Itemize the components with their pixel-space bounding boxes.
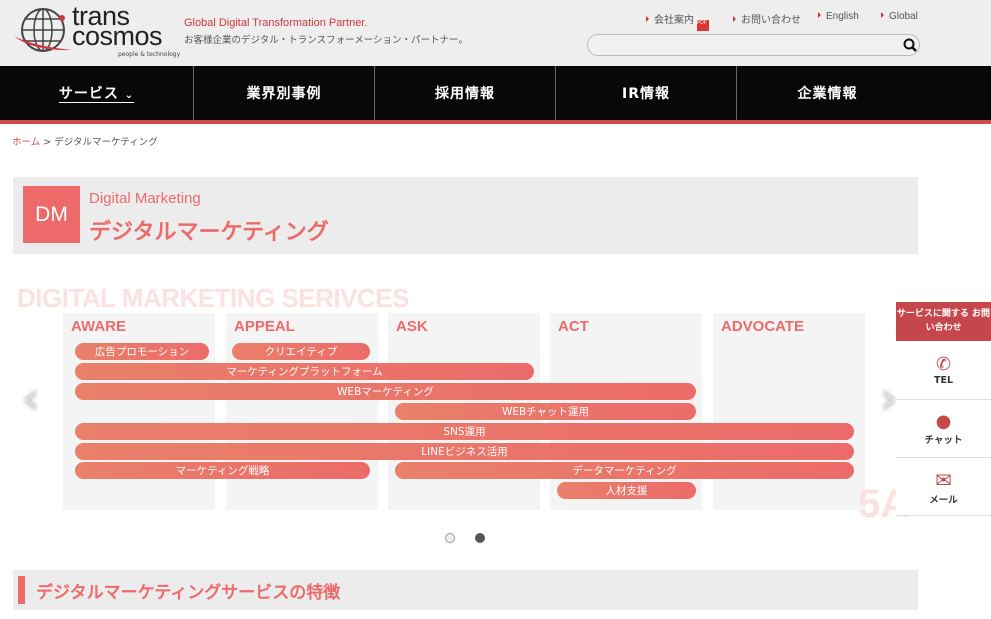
link-global[interactable]: Global bbox=[881, 11, 918, 22]
chat-icon: ● bbox=[935, 411, 952, 432]
tagline-en: Global Digital Transformation Partner. bbox=[184, 17, 368, 29]
nav-company[interactable]: 企業情報 bbox=[737, 66, 918, 120]
service-bar[interactable]: 人材支援 bbox=[557, 482, 696, 499]
service-contact-header: サービスに関する お問い合わせ bbox=[896, 302, 991, 341]
tagline-ja: お客様企業のデジタル・トランスフォーメーション・パートナー。 bbox=[184, 35, 468, 46]
column-heading: AWARE bbox=[71, 318, 127, 335]
nav-ir[interactable]: IR情報 bbox=[556, 66, 737, 120]
feature-title: デジタルマーケティングサービスの特徴 bbox=[36, 583, 341, 603]
link-label: 会社案内 bbox=[654, 15, 694, 26]
logo[interactable]: trans cosmos bbox=[72, 3, 163, 51]
nav-divider bbox=[0, 120, 991, 124]
breadcrumb-current: デジタルマーケティング bbox=[54, 137, 158, 148]
column-heading: ADVOCATE bbox=[721, 318, 805, 335]
service-bar[interactable]: WEBマーケティング bbox=[75, 383, 696, 400]
tel-button[interactable]: ✆ TEL bbox=[896, 341, 991, 400]
mail-button[interactable]: ✉ メール bbox=[896, 458, 991, 516]
service-bar[interactable]: 広告プロモーション bbox=[75, 343, 209, 360]
service-bar[interactable]: LINEビジネス活用 bbox=[75, 443, 854, 460]
service-bar[interactable]: マーケティングプラットフォーム bbox=[75, 363, 534, 380]
service-bar[interactable]: マーケティング戦略 bbox=[75, 462, 370, 479]
mail-label: メール bbox=[929, 494, 958, 506]
services-title: DIGITAL MARKETING SERIVCES bbox=[17, 283, 409, 313]
breadcrumb: ホーム > デジタルマーケティング bbox=[12, 134, 158, 148]
chevron-down-icon: ⌄ bbox=[124, 90, 135, 101]
nav-recruit[interactable]: 採用情報 bbox=[375, 66, 556, 120]
search-icon[interactable] bbox=[903, 38, 918, 53]
service-bar[interactable]: データマーケティング bbox=[395, 462, 854, 479]
nav-label: サービス bbox=[58, 86, 119, 102]
column-heading: ASK bbox=[396, 318, 428, 335]
carousel-dot-2[interactable] bbox=[475, 533, 485, 543]
column-heading: ACT bbox=[558, 318, 589, 335]
link-english[interactable]: English bbox=[818, 11, 859, 22]
chat-button[interactable]: ● チャット bbox=[896, 400, 991, 458]
carousel-next-icon[interactable]: › bbox=[880, 373, 898, 424]
link-company-profile[interactable]: 会社案内 PDF bbox=[646, 11, 709, 31]
feature-accent-bar bbox=[18, 576, 25, 604]
pdf-icon: PDF bbox=[696, 20, 709, 31]
carousel-prev-icon[interactable]: ‹ bbox=[22, 373, 40, 424]
nav-services[interactable]: サービス ⌄ bbox=[0, 66, 194, 120]
breadcrumb-home[interactable]: ホーム bbox=[12, 137, 40, 148]
logo-line2: cosmos bbox=[72, 21, 163, 51]
hero-subtitle: Digital Marketing bbox=[89, 190, 201, 207]
dm-badge: DM bbox=[23, 186, 80, 243]
tel-label: TEL bbox=[933, 375, 954, 386]
logo-globe-icon[interactable] bbox=[12, 6, 74, 58]
service-bar[interactable]: WEBチャット運用 bbox=[395, 403, 696, 420]
page-title: デジタルマーケティング bbox=[89, 220, 329, 245]
link-contact[interactable]: お問い合わせ bbox=[733, 11, 801, 26]
breadcrumb-sep: > bbox=[43, 137, 52, 148]
nav-industry-cases[interactable]: 業界別事例 bbox=[194, 66, 375, 120]
search-input[interactable] bbox=[587, 34, 920, 56]
chat-label: チャット bbox=[924, 435, 963, 446]
phone-icon: ✆ bbox=[935, 354, 952, 375]
logo-sub: people & technology bbox=[118, 51, 181, 58]
column-advocate: ADVOCATE bbox=[713, 313, 865, 510]
column-heading: APPEAL bbox=[234, 318, 295, 335]
carousel-dot-1[interactable] bbox=[445, 533, 455, 543]
mail-icon: ✉ bbox=[935, 467, 952, 492]
service-bar[interactable]: SNS運用 bbox=[75, 423, 854, 440]
service-bar[interactable]: クリエイティブ bbox=[232, 343, 370, 360]
